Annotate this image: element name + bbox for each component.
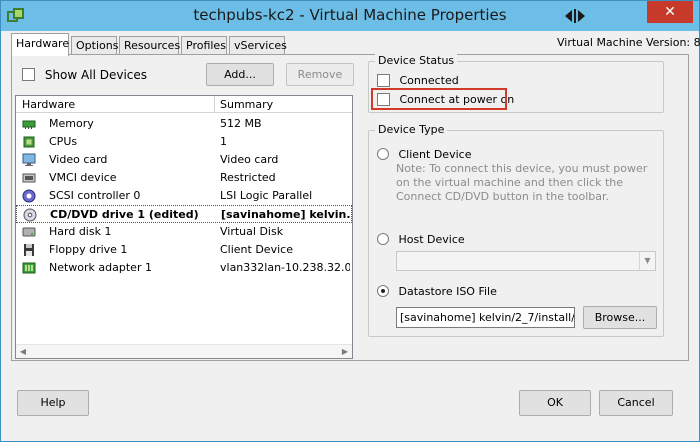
- client-device-option[interactable]: Client Device: [377, 147, 471, 161]
- table-row[interactable]: CD/DVD drive 1 (edited) [savinahome] kel…: [16, 205, 352, 223]
- host-device-select[interactable]: ▼: [396, 251, 656, 271]
- client-device-note: Note: To connect this device, you must p…: [396, 162, 648, 203]
- tab-profiles[interactable]: Profiles: [181, 36, 227, 55]
- table-row[interactable]: Memory 512 MB: [16, 115, 352, 133]
- tab-vservices[interactable]: vServices: [229, 36, 287, 55]
- video-card-icon: [22, 153, 36, 166]
- device-type-label: Device Type: [375, 123, 448, 136]
- scroll-right-icon[interactable]: ▶: [338, 345, 352, 358]
- client-device-radio[interactable]: [377, 148, 389, 160]
- table-row[interactable]: Hard disk 1 Virtual Disk: [16, 223, 352, 241]
- column-header-summary[interactable]: Summary: [220, 98, 273, 111]
- floppy-drive-icon: [24, 244, 34, 256]
- title-bar[interactable]: techpubs-kc2 - Virtual Machine Propertie…: [1, 1, 699, 31]
- column-header-hardware[interactable]: Hardware: [22, 98, 75, 111]
- vmci-device-icon: [22, 173, 36, 183]
- cancel-button[interactable]: Cancel: [599, 390, 673, 416]
- help-button[interactable]: Help: [17, 390, 89, 416]
- iso-path-field[interactable]: [savinahome] kelvin/2_7/install/HyTru: [396, 307, 575, 328]
- cpu-icon: [23, 136, 35, 148]
- hardware-list[interactable]: Hardware Summary Memory 512 MB CPUs 1 Vi…: [15, 95, 353, 359]
- datastore-iso-label: Datastore ISO File: [398, 284, 497, 298]
- vm-properties-dialog: techpubs-kc2 - Virtual Machine Propertie…: [0, 0, 700, 442]
- tab-options[interactable]: Options: [71, 36, 118, 55]
- close-icon: ✕: [664, 4, 676, 20]
- horizontal-scrollbar[interactable]: ◀ ▶: [16, 344, 352, 358]
- datastore-iso-radio[interactable]: [377, 285, 389, 297]
- show-all-devices-checkbox[interactable]: [22, 68, 35, 81]
- add-button[interactable]: Add...: [206, 63, 274, 86]
- close-button[interactable]: ✕: [647, 1, 693, 23]
- memory-icon: [22, 120, 36, 129]
- table-row[interactable]: Video card Video card: [16, 151, 352, 169]
- table-row[interactable]: CPUs 1: [16, 133, 352, 151]
- hardware-list-header: Hardware Summary: [16, 96, 352, 113]
- highlight-box: [371, 88, 507, 110]
- window-title: techpubs-kc2 - Virtual Machine Propertie…: [193, 6, 507, 24]
- connected-checkbox[interactable]: [377, 73, 390, 87]
- arrows-icon[interactable]: [561, 6, 589, 26]
- hard-disk-icon: [22, 227, 36, 237]
- connected-option[interactable]: Connected: [377, 73, 459, 87]
- cd-dvd-icon: [23, 208, 37, 222]
- device-type-group: Device Type Client Device Note: To conne…: [368, 123, 664, 337]
- datastore-iso-option[interactable]: Datastore ISO File: [377, 284, 497, 298]
- tab-hardware[interactable]: Hardware: [11, 33, 69, 56]
- scsi-controller-icon: [22, 189, 36, 203]
- device-status-label: Device Status: [375, 54, 458, 67]
- chevron-down-icon[interactable]: ▼: [639, 252, 655, 270]
- tab-resources[interactable]: Resources: [119, 36, 180, 55]
- table-row[interactable]: VMCI device Restricted: [16, 169, 352, 187]
- host-device-option[interactable]: Host Device: [377, 232, 465, 246]
- connected-label: Connected: [399, 73, 459, 87]
- show-all-devices-option[interactable]: Show All Devices: [22, 67, 147, 82]
- table-row[interactable]: SCSI controller 0 LSI Logic Parallel: [16, 187, 352, 205]
- client-device-label: Client Device: [398, 147, 472, 161]
- table-row[interactable]: Floppy drive 1 Client Device: [16, 241, 352, 259]
- show-all-devices-label: Show All Devices: [44, 67, 148, 82]
- remove-button[interactable]: Remove: [286, 63, 354, 86]
- ok-button[interactable]: OK: [519, 390, 591, 416]
- browse-button[interactable]: Browse...: [583, 306, 657, 329]
- hardware-tab-panel: Show All Devices Add... Remove Hardware …: [11, 54, 689, 361]
- vm-version-label: Virtual Machine Version: 8: [557, 36, 700, 49]
- network-adapter-icon: [22, 262, 36, 274]
- scroll-left-icon[interactable]: ◀: [16, 345, 30, 358]
- table-row[interactable]: Network adapter 1 vlan332lan-10.238.32.0: [16, 259, 352, 277]
- host-device-label: Host Device: [398, 232, 465, 246]
- device-status-group: Device Status Connected Connect at power…: [368, 54, 664, 113]
- host-device-radio[interactable]: [377, 233, 389, 245]
